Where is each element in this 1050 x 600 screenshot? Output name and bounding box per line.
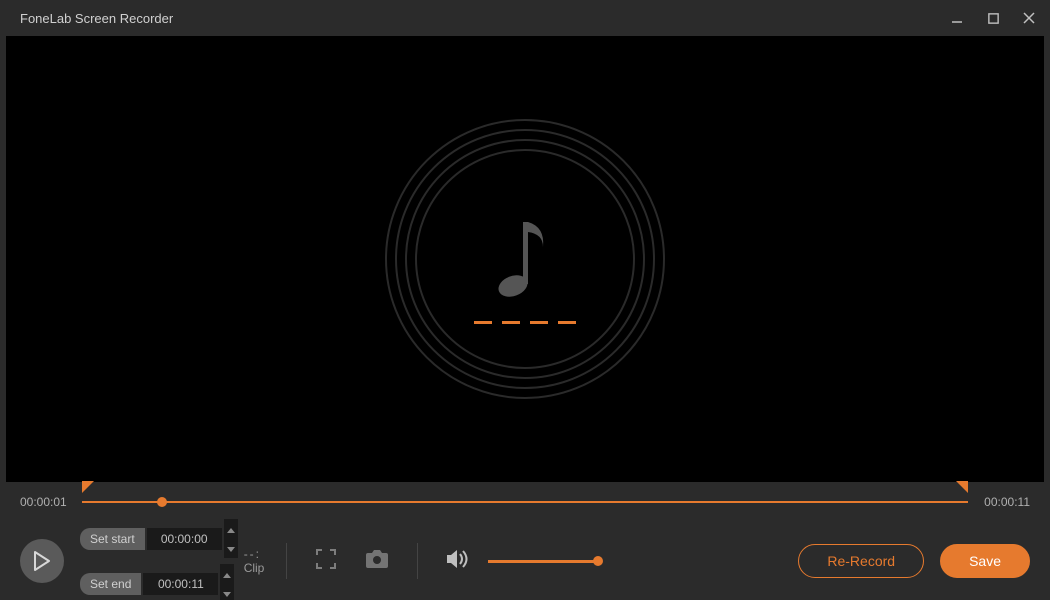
clip-start-marker[interactable] [82,480,94,498]
volume-fill [488,560,598,563]
track-line [82,501,968,503]
divider [417,543,418,579]
start-step-down[interactable] [227,539,235,557]
minimize-icon [950,11,964,25]
volume-thumb[interactable] [593,556,603,566]
end-step-down[interactable] [223,584,231,600]
minimize-button[interactable] [948,9,966,27]
save-button[interactable]: Save [940,544,1030,578]
equalizer-bars [474,321,576,324]
volume-slider[interactable] [488,560,598,563]
total-time: 00:00:11 [980,495,1030,509]
window-title: FoneLab Screen Recorder [20,11,173,26]
fullscreen-icon [315,548,337,570]
audio-visualizer [385,119,665,399]
current-time: 00:00:01 [20,495,70,509]
clip-end-input[interactable] [143,573,218,595]
clip-dashes: --: [244,547,265,561]
music-note-icon [495,212,555,307]
close-button[interactable] [1020,9,1038,27]
timeline-bar: 00:00:01 00:00:11 [0,482,1050,522]
eq-bar [558,321,576,324]
maximize-button[interactable] [984,9,1002,27]
screenshot-button[interactable] [359,543,395,580]
volume-section [440,543,598,580]
preview-area [6,36,1044,482]
playhead[interactable] [157,497,167,507]
divider [286,543,287,579]
clip-end-marker[interactable] [956,480,968,498]
camera-icon [365,549,389,569]
clip-end-row: Set end [80,564,238,600]
re-record-button[interactable]: Re-Record [798,544,924,578]
clip-start-input[interactable] [147,528,222,550]
fullscreen-button[interactable] [309,542,343,581]
clip-section: Set start Set end [80,519,238,600]
volume-button[interactable] [440,543,476,580]
app-window: FoneLab Screen Recorder [0,0,1050,600]
end-step-up[interactable] [223,565,231,583]
clip-text: Clip [244,561,265,575]
close-icon [1022,11,1036,25]
end-spinner [220,564,234,600]
clip-start-row: Set start [80,519,238,558]
volume-icon [446,549,470,569]
eq-bar [530,321,548,324]
start-spinner [224,519,238,558]
play-button[interactable] [20,539,64,583]
set-end-button[interactable]: Set end [80,573,141,595]
timeline-track[interactable] [82,490,968,514]
window-controls [948,9,1038,27]
start-step-up[interactable] [227,520,235,538]
set-start-button[interactable]: Set start [80,528,145,550]
eq-bar [502,321,520,324]
play-icon [33,551,51,571]
eq-bar [474,321,492,324]
controls-bar: Set start Set end --: [0,522,1050,600]
titlebar: FoneLab Screen Recorder [0,0,1050,36]
maximize-icon [987,12,1000,25]
clip-label-group: --: Clip [244,547,265,575]
